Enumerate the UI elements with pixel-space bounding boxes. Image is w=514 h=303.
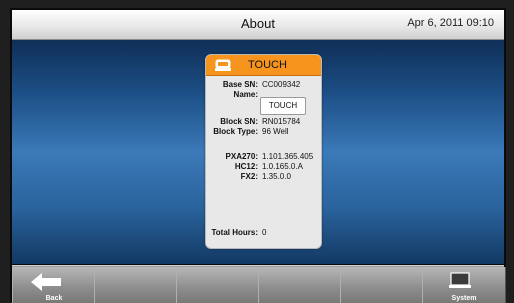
pxa270-label: PXA270: [225, 152, 258, 161]
empty-nav-button-4[interactable] [258, 267, 342, 303]
total-hours-row: Total Hours: 0 [206, 228, 321, 238]
back-arrow-icon [31, 273, 61, 291]
about-card: TOUCH Base SN: CC009342 Name: TOUCH Bloc… [205, 54, 322, 249]
hc12-value: 1.0.165.0.A [262, 162, 303, 171]
main-content: TOUCH Base SN: CC009342 Name: TOUCH Bloc… [12, 40, 504, 264]
fx2-row: FX2: 1.35.0.0 [206, 172, 321, 182]
block-sn-label: Block SN: [220, 117, 258, 126]
empty-nav-button-3[interactable] [176, 267, 260, 303]
header-bar: About Apr 6, 2011 09:10 [12, 10, 504, 40]
name-input[interactable]: TOUCH [260, 97, 306, 115]
date-time: Apr 6, 2011 09:10 [407, 17, 494, 29]
block-type-value: 96 Well [262, 127, 289, 136]
block-type-label: Block Type: [213, 127, 258, 136]
base-sn-label: Base SN: [222, 80, 258, 89]
system-button-label: System [451, 295, 477, 302]
fx2-value: 1.35.0.0 [262, 172, 291, 181]
back-button-label: Back [45, 295, 63, 302]
card-title: TOUCH [248, 59, 287, 71]
block-sn-value: RN015784 [262, 117, 301, 126]
total-hours-value: 0 [262, 228, 267, 237]
block-sn-row: Block SN: RN015784 [206, 117, 321, 127]
hc12-row: HC12: 1.0.165.0.A [206, 162, 321, 172]
hc12-label: HC12: [234, 162, 258, 171]
system-button[interactable]: System [422, 267, 506, 303]
back-button[interactable]: Back [12, 267, 96, 303]
bottom-nav-bar: Back System [12, 265, 506, 303]
fx2-label: FX2: [240, 172, 258, 181]
base-sn-value: CC009342 [262, 80, 301, 89]
pxa270-value: 1.101.365.405 [262, 152, 314, 161]
card-header: TOUCH [206, 55, 321, 76]
empty-nav-button-5[interactable] [340, 267, 424, 303]
block-type-row: Block Type: 96 Well [206, 127, 321, 137]
empty-nav-button-2[interactable] [94, 267, 178, 303]
instrument-icon [215, 59, 231, 71]
base-sn-row: Base SN: CC009342 [206, 80, 321, 90]
laptop-icon [449, 272, 471, 288]
name-label: Name: [233, 90, 258, 99]
total-hours-label: Total Hours: [211, 228, 258, 237]
pxa270-row: PXA270: 1.101.365.405 [206, 152, 321, 162]
